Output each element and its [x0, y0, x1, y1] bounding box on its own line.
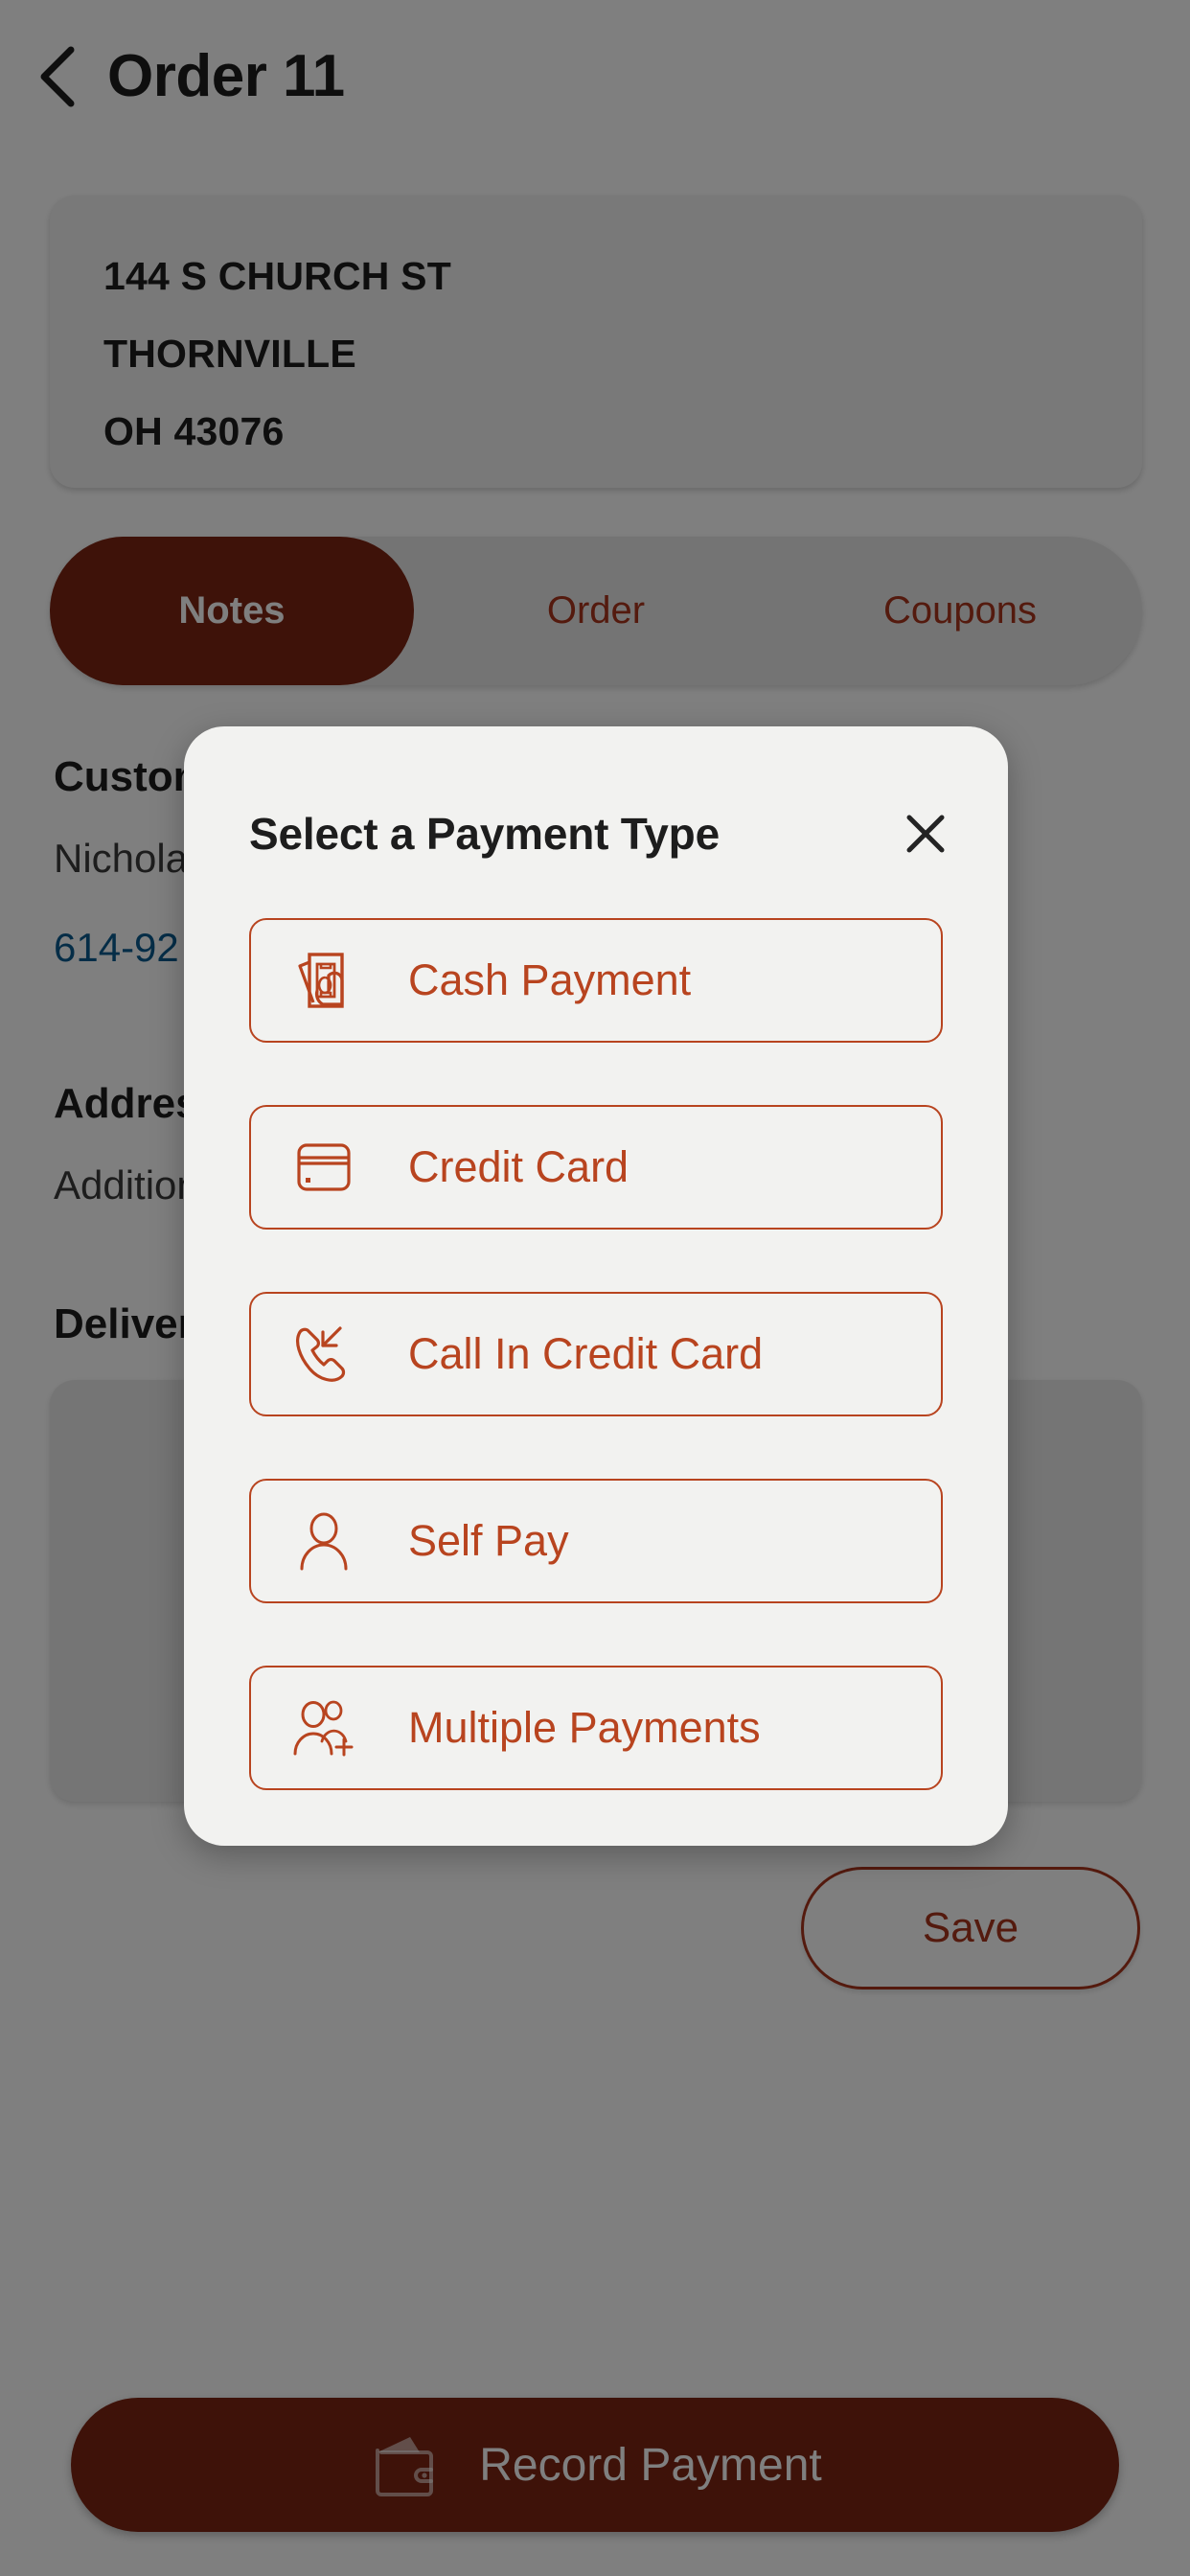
- payment-option-label: Self Pay: [408, 1516, 569, 1565]
- credit-card-icon: [291, 1134, 358, 1201]
- payment-option-label: Credit Card: [408, 1142, 629, 1191]
- payment-option-credit-card[interactable]: Credit Card: [249, 1105, 943, 1230]
- close-icon[interactable]: [897, 805, 954, 862]
- cash-in-hand-icon: [291, 947, 358, 1014]
- tab-coupons[interactable]: Coupons: [778, 537, 1142, 685]
- tab-bar: Notes Order Coupons: [50, 537, 1142, 685]
- address-card: 144 S CHURCH ST THORNVILLE OH 43076: [50, 196, 1142, 488]
- modal-title: Select a Payment Type: [249, 809, 720, 859]
- payment-option-list: Cash Payment Credit Card Call In Credit …: [249, 918, 943, 1790]
- top-bar: Order 11: [0, 0, 1190, 153]
- payment-option-multiple-payments[interactable]: Multiple Payments: [249, 1666, 943, 1790]
- people-add-icon: [291, 1694, 358, 1761]
- address-line-1: 144 S CHURCH ST: [103, 254, 451, 298]
- address-line-3: OH 43076: [103, 409, 285, 453]
- page-title: Order 11: [107, 43, 345, 109]
- app-screen: Order 11 144 S CHURCH ST THORNVILLE OH 4…: [0, 0, 1190, 2576]
- payment-option-call-in-credit-card[interactable]: Call In Credit Card: [249, 1292, 943, 1416]
- tab-order[interactable]: Order: [414, 537, 778, 685]
- payment-option-label: Cash Payment: [408, 955, 692, 1004]
- tab-notes[interactable]: Notes: [50, 537, 414, 685]
- address-line-2: THORNVILLE: [103, 332, 356, 376]
- modal-header: Select a Payment Type: [184, 780, 1008, 887]
- record-payment-button[interactable]: Record Payment: [71, 2398, 1119, 2532]
- person-icon: [291, 1507, 358, 1575]
- payment-type-modal: Select a Payment Type Cash Payment Credi…: [184, 726, 1008, 1846]
- record-payment-label: Record Payment: [479, 2439, 822, 2491]
- payment-option-label: Call In Credit Card: [408, 1329, 764, 1378]
- customer-phone-link[interactable]: 614-92: [54, 925, 179, 971]
- payment-option-cash[interactable]: Cash Payment: [249, 918, 943, 1043]
- payment-option-label: Multiple Payments: [408, 1703, 761, 1752]
- wallet-icon: [368, 2431, 443, 2498]
- payment-option-self-pay[interactable]: Self Pay: [249, 1479, 943, 1603]
- chevron-left-icon[interactable]: [33, 42, 86, 111]
- save-button[interactable]: Save: [801, 1867, 1140, 1990]
- phone-incoming-icon: [291, 1321, 358, 1388]
